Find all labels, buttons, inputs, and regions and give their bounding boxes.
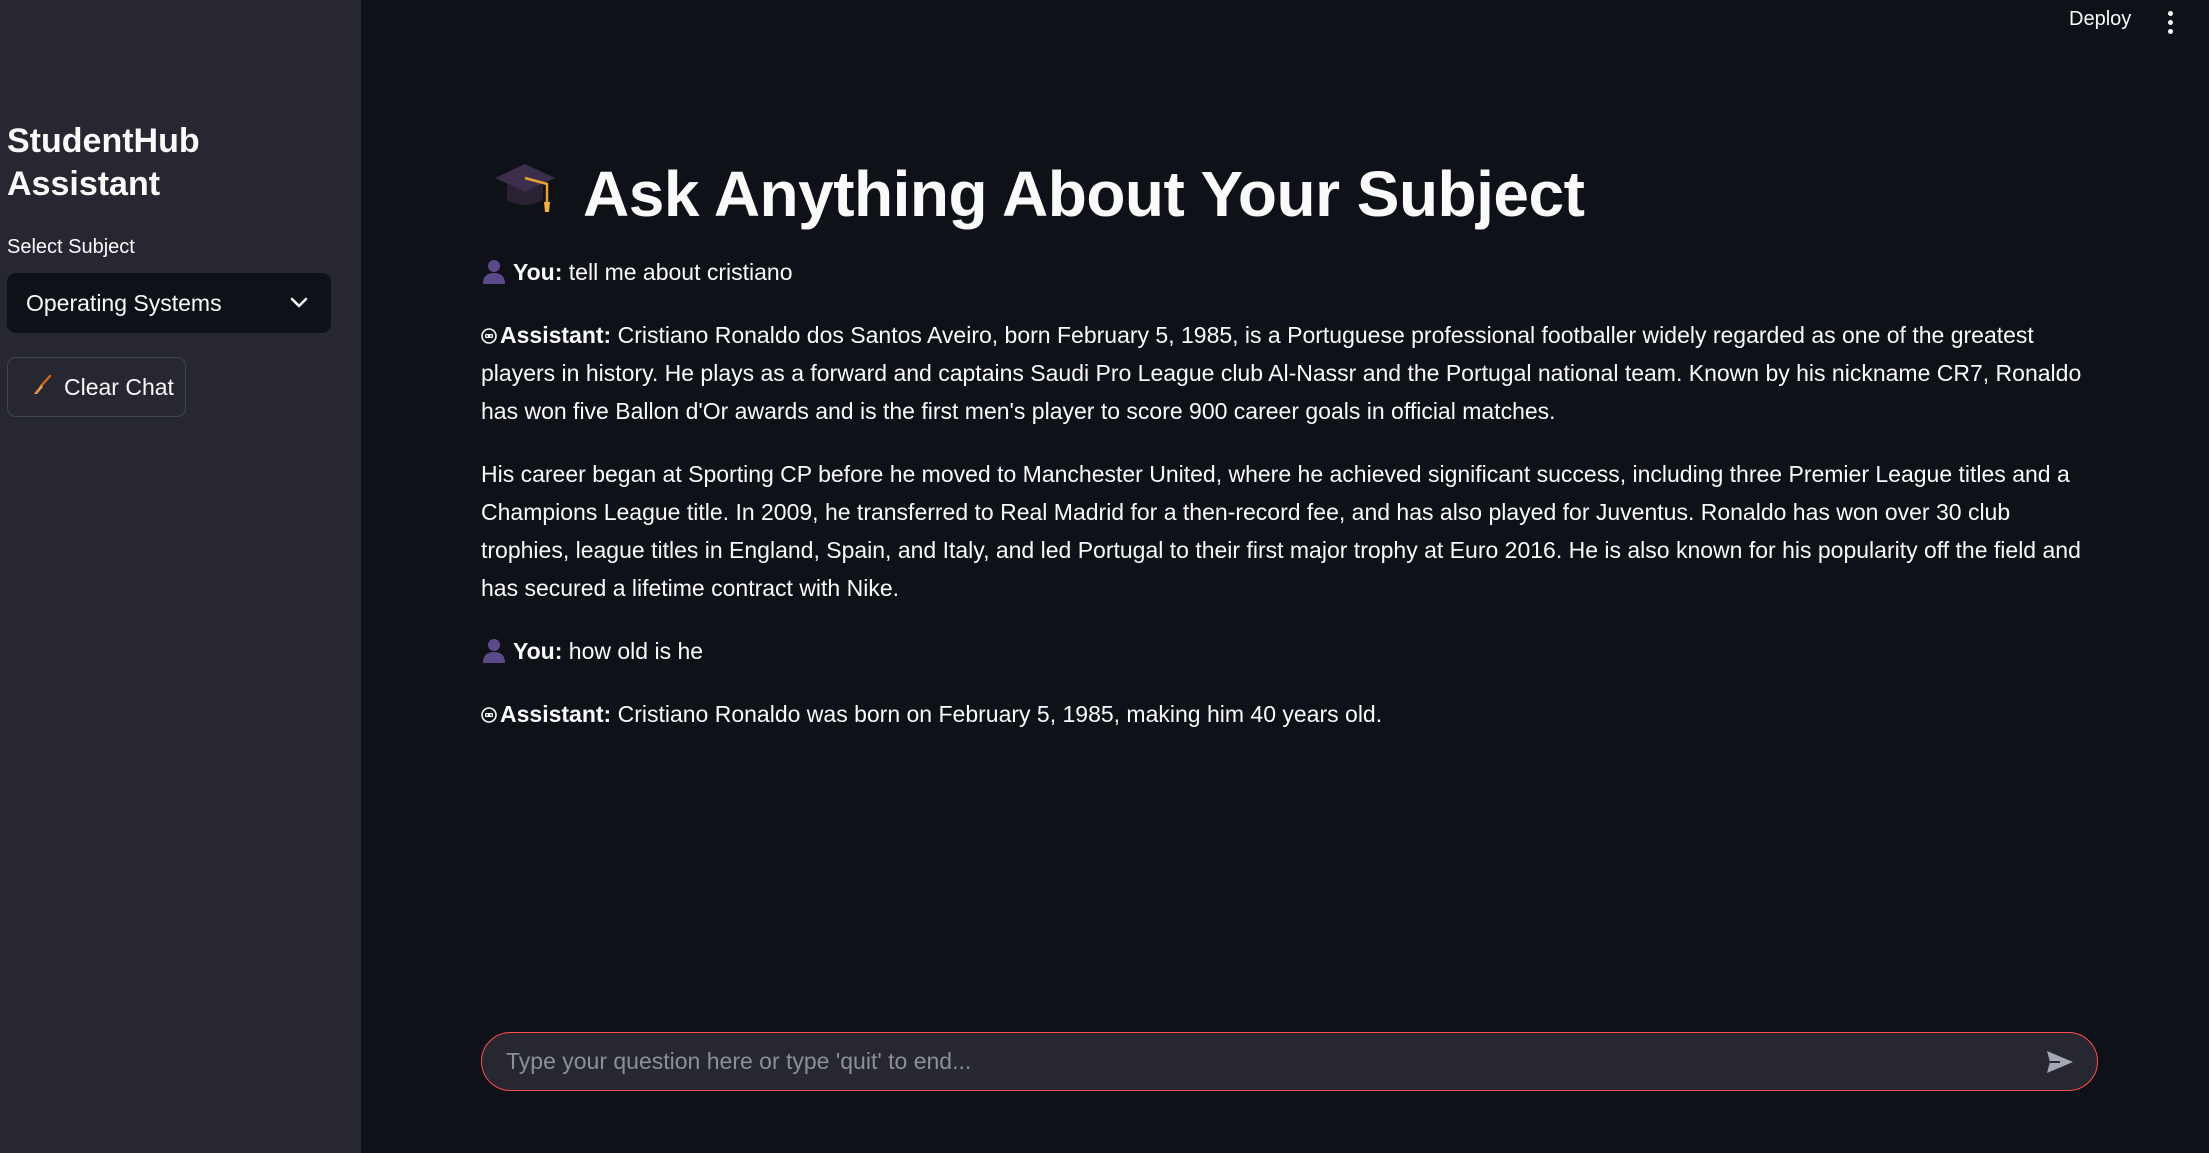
sidebar: StudentHub Assistant Select Subject Oper…	[0, 0, 361, 1153]
subject-select-value: Operating Systems	[26, 289, 222, 316]
page-title-text: Ask Anything About Your Subject	[583, 158, 1585, 230]
broom-icon	[30, 373, 54, 401]
message-role: You:	[513, 638, 563, 664]
deploy-button[interactable]: Deploy	[2069, 8, 2131, 31]
chevron-down-icon	[289, 293, 309, 313]
message-text: how old is he	[568, 638, 704, 664]
more-vertical-icon[interactable]	[2160, 8, 2180, 36]
user-icon	[481, 259, 513, 285]
chat-message-assistant: Assistant: Cristiano Ronaldo was born on…	[481, 695, 2101, 733]
graduation-cap-icon	[487, 150, 563, 238]
chat-input[interactable]	[506, 1048, 2043, 1075]
message-text: Cristiano Ronaldo was born on February 5…	[617, 701, 1383, 727]
robot-icon	[481, 322, 500, 348]
chat-message-user: You: how old is he	[481, 632, 2101, 670]
send-icon[interactable]	[2043, 1045, 2077, 1079]
message-role: Assistant:	[500, 701, 612, 727]
subject-select[interactable]: Operating Systems	[7, 273, 331, 333]
message-role: You:	[513, 259, 563, 285]
chat-message-assistant: Assistant: Cristiano Ronaldo dos Santos …	[481, 316, 2101, 430]
select-subject-label: Select Subject	[7, 236, 135, 258]
message-text: Cristiano Ronaldo dos Santos Aveiro, bor…	[481, 322, 2082, 424]
page-title: Ask Anything About Your Subject	[487, 150, 1585, 238]
chat-message-user: You: tell me about cristiano	[481, 253, 2101, 291]
chat-input-container	[481, 1032, 2098, 1091]
user-icon	[481, 638, 513, 664]
app: StudentHub Assistant Select Subject Oper…	[0, 0, 2209, 1153]
sidebar-title: StudentHub Assistant	[7, 122, 200, 203]
message-text: tell me about cristiano	[568, 259, 793, 285]
clear-chat-label: Clear Chat	[64, 373, 174, 400]
robot-icon	[481, 701, 500, 727]
message-role: Assistant:	[500, 322, 612, 348]
clear-chat-button[interactable]: Clear Chat	[7, 357, 186, 417]
chat-message-assistant-paragraph: His career began at Sporting CP before h…	[481, 461, 2081, 601]
